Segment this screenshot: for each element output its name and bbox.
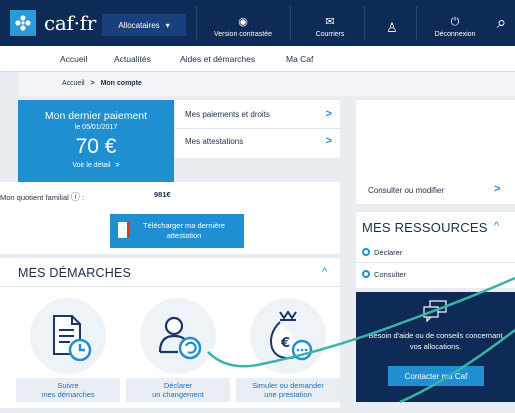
pdf-icon <box>118 222 130 238</box>
consult-modify-link[interactable]: Consulter ou modifier <box>368 186 444 195</box>
divider <box>290 6 291 40</box>
divider <box>416 6 417 40</box>
ressources-item-declarer[interactable]: Déclarer <box>374 248 402 257</box>
chevron-up-icon[interactable]: ^ <box>494 220 499 232</box>
nav-item-accueil[interactable]: Accueil <box>60 54 87 64</box>
payment-amount: 70 € <box>75 135 117 158</box>
chevron-right-icon[interactable]: > <box>326 108 332 120</box>
quotient-label-group: Mon quotient familial ⓘ : <box>0 193 85 203</box>
help-text: Besoin d'aide ou de conseils concernant … <box>368 331 503 351</box>
power-icon: ⏻ <box>450 15 460 28</box>
suivre-demarches-tile[interactable] <box>30 298 106 374</box>
ressources-title: MES RESSOURCES <box>362 220 488 235</box>
caption-line2: un changement <box>152 390 204 399</box>
user-menu-button[interactable]: ♙ <box>372 6 412 42</box>
bullet-icon <box>362 270 370 278</box>
payment-links-panel: Mes paiements et droits > Mes attestatio… <box>175 100 340 158</box>
chevron-right-icon[interactable]: > <box>326 135 332 147</box>
payment-detail-link[interactable]: Voir le détail > <box>18 162 174 169</box>
quotient-label: Mon quotient familial <box>0 193 69 202</box>
courriers-button[interactable]: ✉ Courriers <box>300 6 360 42</box>
deconnexion-label: Déconnexion <box>434 31 476 38</box>
svg-text:€: € <box>280 336 290 351</box>
courriers-label: Courriers <box>315 31 345 38</box>
chevron-up-icon[interactable]: ^ <box>322 266 327 278</box>
contact-caf-button[interactable]: Contacter ma Caf <box>388 366 484 386</box>
suivre-demarches-link[interactable]: Suivre mes démarches <box>16 378 120 402</box>
link-attestations[interactable]: Mes attestations <box>185 137 243 146</box>
allocataires-label: Allocataires <box>118 20 160 30</box>
divider <box>0 286 340 287</box>
top-bar: caf·fr Allocataires ▾ ◉ Version contrast… <box>0 0 515 46</box>
chat-bubbles-icon <box>423 300 447 322</box>
breadcrumb-current: Mon compte <box>100 80 142 87</box>
divider <box>356 262 515 263</box>
divider <box>196 6 197 40</box>
breadcrumb-band: Accueil > Mon compte <box>18 72 515 96</box>
quotient-value: 981€ <box>154 190 171 199</box>
chevron-down-icon: ▾ <box>165 20 170 30</box>
mail-icon: ✉ <box>325 15 335 28</box>
chevron-right-icon[interactable]: > <box>494 183 500 195</box>
demarches-title: MES DÉMARCHES <box>18 266 132 280</box>
caf-logo-text[interactable]: caf·fr <box>44 11 96 35</box>
chevron-right-icon: > <box>115 162 120 169</box>
ressources-item-consulter[interactable]: Consulter <box>374 270 406 279</box>
user-refresh-icon <box>158 316 202 360</box>
money-bag-icon: € <box>270 310 313 361</box>
user-icon: ♙ <box>386 21 398 36</box>
caption-line1: Suivre <box>57 381 79 390</box>
payment-detail-label: Voir le détail <box>72 162 111 169</box>
caf-logo-icon[interactable] <box>10 10 36 36</box>
simuler-prestation-tile[interactable]: € <box>250 298 326 374</box>
search-button[interactable]: ⌕ <box>488 8 515 38</box>
divider <box>364 6 365 40</box>
nav-item-ma-caf[interactable]: Ma Caf <box>286 54 313 64</box>
bullet-icon <box>362 248 370 256</box>
main-nav: Accueil Actualités Aides et démarches Ma… <box>0 46 515 72</box>
document-clock-icon <box>53 315 92 362</box>
breadcrumb-separator: > <box>90 80 95 87</box>
deconnexion-button[interactable]: ⏻ Déconnexion <box>424 6 486 42</box>
version-contrastee-label: Version contrastée <box>214 31 272 38</box>
nav-item-actualites[interactable]: Actualités <box>114 54 151 64</box>
nav-item-aides-demarches[interactable]: Aides et démarches <box>180 54 255 64</box>
payment-title: Mon dernier paiement <box>44 110 148 122</box>
link-paiements-droits[interactable]: Mes paiements et droits <box>185 110 270 119</box>
declarer-changement-link[interactable]: Déclarer un changement <box>126 378 230 402</box>
caption-line1: Déclarer <box>163 381 193 390</box>
download-label-line1: Télécharger ma dernière <box>142 221 226 230</box>
help-panel: Besoin d'aide ou de conseils concernant … <box>356 292 515 402</box>
simuler-prestation-link[interactable]: Simuler ou demander une prestation <box>236 378 340 402</box>
caption-line2: mes démarches <box>41 390 95 399</box>
download-attestation-button[interactable]: Télécharger ma dernière attestation <box>110 214 244 248</box>
last-payment-card: Mon dernier paiement le 05/01/2017 70 € … <box>18 100 174 182</box>
allocataires-dropdown[interactable]: Allocataires ▾ <box>102 14 186 36</box>
info-icon[interactable]: ⓘ <box>71 193 80 203</box>
breadcrumb-home[interactable]: Accueil <box>62 80 85 87</box>
search-icon: ⌕ <box>496 13 507 33</box>
breadcrumb: Accueil > Mon compte <box>62 80 142 87</box>
eye-icon: ◉ <box>238 15 248 28</box>
payment-date: le 05/01/2017 <box>74 124 118 131</box>
caption-line1: Simuler ou demander <box>252 381 324 390</box>
download-label-line2: attestation <box>166 231 202 240</box>
declarer-changement-tile[interactable] <box>140 298 216 374</box>
divider <box>175 128 340 129</box>
version-contrastee-button[interactable]: ◉ Version contrastée <box>203 6 283 42</box>
caption-line2: une prestation <box>264 390 312 399</box>
